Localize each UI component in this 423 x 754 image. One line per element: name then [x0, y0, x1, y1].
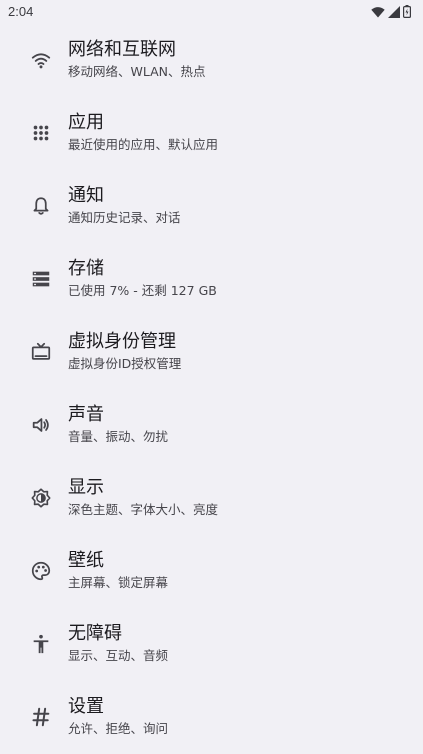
- settings-item-wallpaper[interactable]: 壁纸 主屏幕、锁定屏幕: [0, 535, 423, 608]
- storage-icon: [29, 267, 53, 291]
- settings-item-title: 通知: [68, 185, 104, 206]
- apps-grid-icon: [29, 121, 53, 145]
- palette-icon: [29, 559, 53, 583]
- settings-item-summary: 音量、振动、勿扰: [68, 429, 169, 444]
- bell-icon: [29, 194, 53, 218]
- brightness-icon: [29, 486, 53, 510]
- settings-item-title: 无障碍: [68, 623, 122, 644]
- settings-item-summary: 允许、拒绝、询问: [68, 721, 169, 736]
- settings-item-summary: 移动网络、WLAN、热点: [68, 64, 206, 79]
- status-bar: 2:04: [0, 0, 423, 24]
- settings-item-virtual-identity[interactable]: 虚拟身份管理 虚拟身份ID授权管理: [0, 316, 423, 389]
- settings-item-title: 虚拟身份管理: [68, 331, 176, 352]
- settings-item-summary: 深色主题、字体大小、亮度: [68, 502, 219, 517]
- settings-item-permissions[interactable]: 设置 允许、拒绝、询问: [0, 681, 423, 754]
- settings-item-summary: 主屏幕、锁定屏幕: [68, 575, 169, 590]
- settings-item-notifications[interactable]: 通知 通知历史记录、对话: [0, 170, 423, 243]
- settings-item-network[interactable]: 网络和互联网 移动网络、WLAN、热点: [0, 24, 423, 97]
- settings-list: 网络和互联网 移动网络、WLAN、热点 应用 最近使用的应用、默认应用 通知 通…: [0, 24, 423, 754]
- speaker-icon: [29, 413, 53, 437]
- settings-item-title: 设置: [68, 696, 104, 717]
- settings-item-title: 壁纸: [68, 550, 104, 571]
- settings-item-accessibility[interactable]: 无障碍 显示、互动、音频: [0, 608, 423, 681]
- settings-item-title: 声音: [68, 404, 104, 425]
- status-time: 2:04: [8, 4, 34, 19]
- settings-item-apps[interactable]: 应用 最近使用的应用、默认应用: [0, 97, 423, 170]
- settings-item-summary: 虚拟身份ID授权管理: [68, 356, 182, 371]
- signal-icon: [388, 5, 400, 18]
- accessibility-icon: [29, 632, 53, 656]
- settings-item-sound[interactable]: 声音 音量、振动、勿扰: [0, 389, 423, 462]
- settings-item-title: 应用: [68, 112, 104, 133]
- wifi-icon: [29, 48, 53, 72]
- settings-item-display[interactable]: 显示 深色主题、字体大小、亮度: [0, 462, 423, 535]
- settings-item-title: 网络和互联网: [68, 39, 176, 60]
- settings-item-title: 存储: [68, 258, 104, 279]
- wifi-icon: [371, 6, 385, 18]
- settings-item-summary: 已使用 7% - 还剩 127 GB: [68, 283, 217, 298]
- hash-icon: [29, 705, 53, 729]
- settings-item-summary: 显示、互动、音频: [68, 648, 169, 663]
- settings-item-summary: 最近使用的应用、默认应用: [68, 137, 219, 152]
- status-icons: [371, 5, 411, 18]
- battery-icon: [403, 5, 411, 18]
- settings-item-summary: 通知历史记录、对话: [68, 210, 181, 225]
- settings-item-title: 显示: [68, 477, 104, 498]
- settings-item-storage[interactable]: 存储 已使用 7% - 还剩 127 GB: [0, 243, 423, 316]
- tv-icon: [29, 340, 53, 364]
